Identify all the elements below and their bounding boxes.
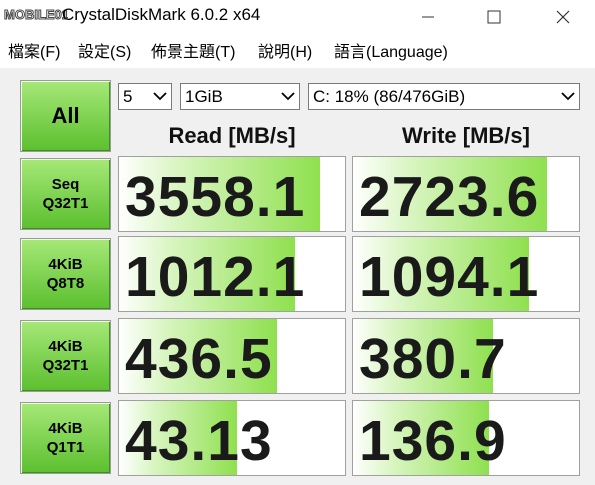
minimize-button[interactable] bbox=[405, 0, 451, 34]
4kib-q1t1-button[interactable]: 4KiB Q1T1 bbox=[20, 402, 111, 474]
all-button-label: All bbox=[51, 103, 80, 128]
test-name-line1: 4KiB bbox=[48, 420, 83, 437]
write-value: 136.9 bbox=[359, 409, 507, 473]
count-value: 5 bbox=[123, 87, 133, 106]
test-name-line2: Q8T8 bbox=[46, 275, 85, 292]
write-result-seq-q32t1: 2723.6 bbox=[352, 156, 580, 232]
size-select[interactable]: 1GiB bbox=[180, 83, 300, 110]
window-title: CrystalDiskMark 6.0.2 x64 bbox=[62, 5, 261, 24]
write-value: 380.7 bbox=[359, 327, 507, 391]
read-value: 436.5 bbox=[125, 327, 273, 391]
all-button[interactable]: All bbox=[20, 80, 111, 152]
close-button[interactable] bbox=[540, 0, 586, 34]
write-result-4kib-q32t1: 380.7 bbox=[352, 318, 580, 394]
chevron-down-icon bbox=[153, 92, 167, 101]
write-result-4kib-q8t8: 1094.1 bbox=[352, 236, 580, 312]
test-name-line1: 4KiB bbox=[48, 256, 83, 273]
main-panel: All 5 1GiB C: 18% (86/476GiB) Read [MB/s… bbox=[0, 68, 595, 485]
drive-select[interactable]: C: 18% (86/476GiB) bbox=[308, 83, 580, 110]
write-header: Write [MB/s] bbox=[402, 123, 530, 148]
test-name-line1: Seq bbox=[51, 176, 80, 193]
read-value: 43.13 bbox=[125, 409, 273, 473]
close-icon bbox=[556, 10, 570, 24]
read-result-seq-q32t1: 3558.1 bbox=[118, 156, 346, 232]
test-name-line2: Q32T1 bbox=[42, 357, 89, 374]
write-value: 2723.6 bbox=[359, 165, 540, 229]
test-name-line2: Q1T1 bbox=[46, 439, 85, 456]
count-select[interactable]: 5 bbox=[118, 83, 172, 110]
chevron-down-icon bbox=[281, 92, 295, 101]
maximize-icon bbox=[487, 10, 501, 24]
seq-q32t1-button[interactable]: Seq Q32T1 bbox=[20, 158, 111, 230]
read-result-4kib-q32t1: 436.5 bbox=[118, 318, 346, 394]
menu-theme[interactable]: 佈景主題(T) bbox=[151, 38, 235, 62]
4kib-q8t8-button[interactable]: 4KiB Q8T8 bbox=[20, 238, 111, 310]
read-result-4kib-q8t8: 1012.1 bbox=[118, 236, 346, 312]
menu-bar: 檔案(F) 設定(S) 佈景主題(T) 說明(H) 語言(Language) bbox=[0, 36, 595, 64]
maximize-button[interactable] bbox=[471, 0, 517, 34]
mobile01-logo-icon: MOBILE01 bbox=[4, 7, 68, 23]
menu-settings[interactable]: 設定(S) bbox=[78, 38, 131, 62]
menu-file[interactable]: 檔案(F) bbox=[8, 38, 60, 62]
test-name-line2: Q32T1 bbox=[42, 195, 89, 212]
write-value: 1094.1 bbox=[359, 245, 540, 309]
write-result-4kib-q1t1: 136.9 bbox=[352, 400, 580, 476]
drive-value: C: 18% (86/476GiB) bbox=[313, 87, 466, 106]
chevron-down-icon bbox=[561, 92, 575, 101]
test-name-line1: 4KiB bbox=[48, 338, 83, 355]
read-result-4kib-q1t1: 43.13 bbox=[118, 400, 346, 476]
title-bar: MOBILE01 CrystalDiskMark 6.0.2 x64 bbox=[0, 0, 595, 34]
read-value: 1012.1 bbox=[125, 245, 306, 309]
read-value: 3558.1 bbox=[125, 165, 306, 229]
read-header: Read [MB/s] bbox=[168, 123, 296, 148]
svg-text:MOBILE01: MOBILE01 bbox=[4, 7, 68, 22]
menu-help[interactable]: 說明(H) bbox=[258, 38, 312, 62]
size-value: 1GiB bbox=[185, 87, 223, 106]
menu-language[interactable]: 語言(Language) bbox=[334, 38, 448, 62]
minimize-icon bbox=[422, 16, 434, 18]
4kib-q32t1-button[interactable]: 4KiB Q32T1 bbox=[20, 320, 111, 392]
